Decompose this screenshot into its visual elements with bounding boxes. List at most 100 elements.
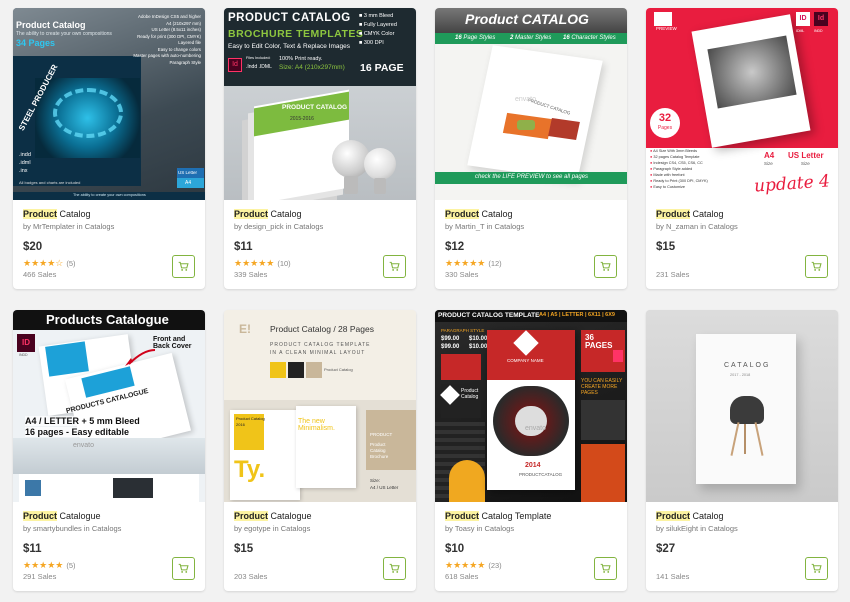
product-thumbnail[interactable]: CATALOG 2017 - 2018 xyxy=(646,310,838,502)
product-thumbnail[interactable]: Product Catalog The ability to create yo… xyxy=(13,8,205,200)
thumb-pages: 34 Pages xyxy=(16,38,56,48)
product-byline: by egotype in Catalogs xyxy=(234,524,311,533)
product-card[interactable]: PRODUCT CATALOG TEMPLATE A4 | A5 | LETTE… xyxy=(435,310,627,591)
product-title[interactable]: Product Catalog xyxy=(234,209,302,219)
category-link[interactable]: Catalogs xyxy=(708,222,738,231)
thumb-feature-list: Adobe InDesign CS5 and higher A4 (210x29… xyxy=(133,14,201,65)
rating-count: (12) xyxy=(488,259,502,268)
product-card[interactable]: Product Catalog The ability to create yo… xyxy=(13,8,205,289)
product-price: $11 xyxy=(234,241,253,253)
product-thumbnail[interactable]: Product CATALOG 16 Page Styles 2 Master … xyxy=(435,8,627,200)
sales-count: 330 Sales xyxy=(445,270,479,279)
product-thumbnail[interactable]: PRODUCT CATALOG TEMPLATE A4 | A5 | LETTE… xyxy=(435,310,627,502)
cart-icon xyxy=(600,261,611,271)
add-to-cart-button[interactable] xyxy=(594,557,617,580)
product-price: $27 xyxy=(656,543,676,555)
product-price: $12 xyxy=(445,241,465,253)
sales-count: 231 Sales xyxy=(656,270,690,279)
sales-count: 141 Sales xyxy=(656,572,690,581)
thumb-cover-title: CATALOG xyxy=(724,362,771,369)
chair-image xyxy=(730,396,764,424)
product-byline: by Martin_T in Catalogs xyxy=(445,222,525,231)
arrow-icon xyxy=(125,349,156,366)
indd-icon: Id xyxy=(814,12,828,26)
product-card[interactable]: Products Catalogue ID INDD Front and Bac… xyxy=(13,310,205,591)
rating-count: (5) xyxy=(66,561,76,570)
add-to-cart-button[interactable] xyxy=(172,255,195,278)
id-icon: ID xyxy=(796,12,810,26)
author-link[interactable]: egotype xyxy=(244,524,271,533)
product-card[interactable]: CATALOG 2017 - 2018 Product Catalog by s… xyxy=(646,310,838,591)
product-thumbnail[interactable]: PRODUCT CATALOG BROCHURE TEMPLATES Easy … xyxy=(224,8,416,200)
cart-icon xyxy=(178,563,189,573)
thumb-feature-list: ● A4 Size With 3mm Bleeds ● 32 pages Cat… xyxy=(650,149,708,189)
product-byline: by Toasy in Catalogs xyxy=(445,524,515,533)
author-link[interactable]: silukEight xyxy=(666,524,698,533)
cart-icon xyxy=(389,261,400,271)
rating-count: (23) xyxy=(488,561,502,570)
product-card[interactable]: PREVIEW ID Id IDML INDD 32 Pages ● A4 Si… xyxy=(646,8,838,289)
product-card[interactable]: E! Product Catalog / 28 Pages PRODUCT CA… xyxy=(224,310,416,591)
thumb-line1: PRODUCT CATALOG xyxy=(228,12,351,24)
category-link[interactable]: Catalogs xyxy=(495,222,525,231)
author-link[interactable]: N_zaman xyxy=(666,222,698,231)
watermark: envato xyxy=(73,442,95,449)
category-link[interactable]: Catalogs xyxy=(281,524,311,533)
thumb-title: Product Catalog / 28 Pages xyxy=(270,324,374,334)
watermark: envato xyxy=(525,425,547,432)
author-link[interactable]: design_pick xyxy=(244,222,284,231)
product-title[interactable]: Product Catalog xyxy=(23,209,91,219)
product-byline: by design_pick in Catalogs xyxy=(234,222,324,231)
product-title[interactable]: Product Catalog xyxy=(445,209,513,219)
thumb-title: Product Catalog xyxy=(16,20,86,30)
thumb-header: PRODUCT CATALOG TEMPLATE xyxy=(438,312,540,319)
sales-count: 291 Sales xyxy=(23,572,57,581)
add-to-cart-button[interactable] xyxy=(172,557,195,580)
product-byline: by N_zaman in Catalogs xyxy=(656,222,738,231)
indd-icon: ID xyxy=(17,334,35,352)
thumb-feature-list: ■ 3 mm Bleed ■ Fully Layered ■ CMYK Colo… xyxy=(359,13,397,46)
author-link[interactable]: smartybundles xyxy=(33,524,82,533)
product-thumbnail[interactable]: E! Product Catalog / 28 Pages PRODUCT CA… xyxy=(224,310,416,502)
author-link[interactable]: Toasy xyxy=(455,524,475,533)
thumb-header: Products Catalogue xyxy=(46,312,169,327)
logo: E! xyxy=(239,322,251,336)
author-link[interactable]: Martin_T xyxy=(455,222,484,231)
add-to-cart-button[interactable] xyxy=(383,557,406,580)
rating-stars: ★★★★★ (12) xyxy=(445,258,502,268)
product-price: $10 xyxy=(445,543,465,555)
product-card[interactable]: PRODUCT CATALOG BROCHURE TEMPLATES Easy … xyxy=(224,8,416,289)
product-title[interactable]: Product Catalog Template xyxy=(445,511,551,521)
product-card[interactable]: Product CATALOG 16 Page Styles 2 Master … xyxy=(435,8,627,289)
rating-stars: ★★★★★ (5) xyxy=(23,560,76,570)
cart-icon xyxy=(389,563,400,573)
product-price: $15 xyxy=(656,241,676,253)
product-title[interactable]: Product Catalogue xyxy=(23,511,101,521)
add-to-cart-button[interactable] xyxy=(594,255,617,278)
product-thumbnail[interactable]: Products Catalogue ID INDD Front and Bac… xyxy=(13,310,205,502)
add-to-cart-button[interactable] xyxy=(383,255,406,278)
product-price: $15 xyxy=(234,543,254,555)
product-title[interactable]: Product Catalog xyxy=(656,511,724,521)
category-link[interactable]: Catalogs xyxy=(708,524,738,533)
author-link[interactable]: MrTemplater xyxy=(33,222,75,231)
product-title[interactable]: Product Catalog xyxy=(656,209,724,219)
product-thumbnail[interactable]: PREVIEW ID Id IDML INDD 32 Pages ● A4 Si… xyxy=(646,8,838,200)
category-link[interactable]: Catalogs xyxy=(485,524,515,533)
watermark: envato xyxy=(515,96,537,103)
rating-stars: ★★★★☆ (5) xyxy=(23,258,76,268)
sales-count: 466 Sales xyxy=(23,270,57,279)
category-link[interactable]: Catalogs xyxy=(85,222,115,231)
sales-count: 203 Sales xyxy=(234,572,268,581)
category-link[interactable]: Catalogs xyxy=(92,524,122,533)
product-price: $20 xyxy=(23,241,43,253)
thumb-tagline: The ability to create your own compositi… xyxy=(16,31,112,37)
cart-icon xyxy=(178,261,189,271)
add-to-cart-button[interactable] xyxy=(805,557,828,580)
thumb-header: Product CATALOG xyxy=(465,11,589,27)
add-to-cart-button[interactable] xyxy=(805,255,828,278)
rating-stars: ★★★★★ (23) xyxy=(445,560,502,570)
product-title[interactable]: Product Catalogue xyxy=(234,511,312,521)
rating-count: (5) xyxy=(66,259,76,268)
category-link[interactable]: Catalogs xyxy=(294,222,324,231)
